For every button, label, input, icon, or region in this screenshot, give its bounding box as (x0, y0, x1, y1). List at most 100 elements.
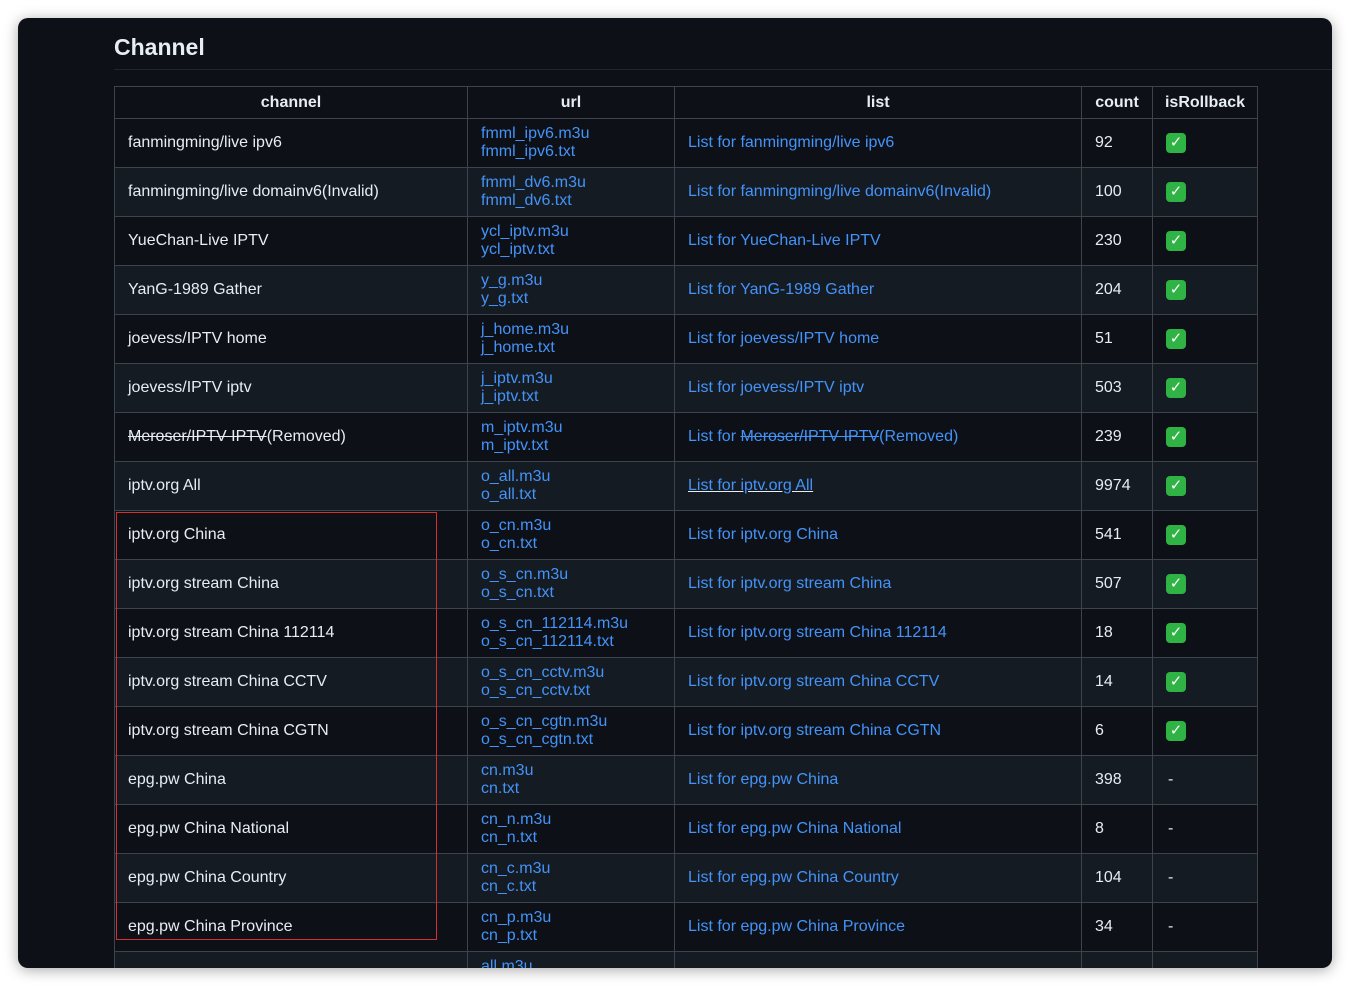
m3u-link[interactable]: j_iptv.m3u (481, 370, 661, 388)
txt-link[interactable]: j_home.txt (481, 339, 661, 357)
check-mark-icon: ✓ (1166, 280, 1186, 300)
channel-cell: epg.pw China National (114, 804, 468, 854)
url-cell: fmml_ipv6.m3u fmml_ipv6.txt (467, 118, 675, 168)
table-row: epg.pw China Country cn_c.m3u cn_c.txt Li… (114, 853, 1258, 903)
removed-suffix: (Removed) (266, 428, 346, 445)
check-mark-icon: ✓ (1166, 623, 1186, 643)
count-cell: 104 (1081, 853, 1153, 903)
rollback-cell: - (1152, 755, 1258, 805)
url-cell: m_iptv.m3u m_iptv.txt (467, 412, 675, 462)
list-link[interactable]: List for iptv.org stream China CCTV (688, 673, 939, 690)
list-cell: List for YanG-1989 Gather (674, 265, 1082, 315)
list-link[interactable]: List for iptv.org All (688, 477, 813, 494)
list-cell: List for epg.pw China Country (674, 853, 1082, 903)
txt-link[interactable]: y_g.txt (481, 290, 661, 308)
column-header-channel: channel (114, 86, 468, 119)
m3u-link[interactable]: cn_p.m3u (481, 909, 661, 927)
count-cell: 18 (1081, 608, 1153, 658)
check-mark-icon: ✓ (1166, 721, 1186, 741)
url-cell: fmml_dv6.m3u fmml_dv6.txt (467, 167, 675, 217)
list-link[interactable]: List for iptv.org stream China (688, 575, 891, 592)
list-link[interactable]: List for fanmingming/live domainv6(Inval… (688, 183, 991, 200)
m3u-link[interactable]: o_cn.m3u (481, 517, 661, 535)
list-link[interactable]: List for iptv.org stream China 112114 (688, 624, 947, 641)
list-cell: List for joevess/IPTV home (674, 314, 1082, 364)
m3u-link[interactable]: o_s_cn_cctv.m3u (481, 664, 661, 682)
table-row: all.m3u (114, 951, 1258, 968)
m3u-link[interactable]: o_all.m3u (481, 468, 661, 486)
list-link[interactable]: List for joevess/IPTV iptv (688, 379, 864, 396)
txt-link[interactable]: cn.txt (481, 780, 661, 798)
rollback-cell: ✓ (1152, 559, 1258, 609)
count-cell: 9974 (1081, 461, 1153, 511)
list-cell: List for fanmingming/live domainv6(Inval… (674, 167, 1082, 217)
txt-link[interactable]: cn_c.txt (481, 878, 661, 896)
m3u-link[interactable]: fmml_ipv6.m3u (481, 125, 661, 143)
url-cell: o_s_cn_cgtn.m3u o_s_cn_cgtn.txt (467, 706, 675, 756)
txt-link[interactable]: o_s_cn_cctv.txt (481, 682, 661, 700)
m3u-link[interactable]: j_home.m3u (481, 321, 661, 339)
list-link[interactable]: List for YanG-1989 Gather (688, 281, 874, 298)
m3u-link[interactable]: ycl_iptv.m3u (481, 223, 661, 241)
count-cell: 204 (1081, 265, 1153, 315)
url-cell: all.m3u (467, 951, 675, 968)
list-link[interactable]: List for epg.pw China (688, 771, 838, 788)
rollback-dash: - (1168, 820, 1174, 837)
table-header-row: channel url list count isRollback (114, 86, 1258, 119)
txt-link[interactable]: fmml_dv6.txt (481, 192, 661, 210)
table-row: Meroser/IPTV IPTV(Removed) m_iptv.m3u m_i… (114, 412, 1258, 462)
table-row: fanmingming/live ipv6 fmml_ipv6.m3u fmml_… (114, 118, 1258, 168)
txt-link[interactable]: cn_n.txt (481, 829, 661, 847)
m3u-link[interactable]: m_iptv.m3u (481, 419, 661, 437)
txt-link[interactable]: cn_p.txt (481, 927, 661, 945)
table-row: iptv.org China o_cn.m3u o_cn.txt List for… (114, 510, 1258, 560)
list-cell: List for epg.pw China Province (674, 902, 1082, 952)
m3u-link[interactable]: all.m3u (481, 958, 661, 968)
table-row: joevess/IPTV home j_home.m3u j_home.txt L… (114, 314, 1258, 364)
txt-link[interactable]: o_all.txt (481, 486, 661, 504)
txt-link[interactable]: ycl_iptv.txt (481, 241, 661, 259)
count-cell: 8 (1081, 804, 1153, 854)
m3u-link[interactable]: o_s_cn_112114.m3u (481, 615, 661, 633)
list-link[interactable]: List for epg.pw China Country (688, 869, 899, 886)
txt-link[interactable]: o_s_cn.txt (481, 584, 661, 602)
list-link[interactable]: List for iptv.org stream China CGTN (688, 722, 941, 739)
list-cell (674, 951, 1082, 968)
channel-cell: iptv.org stream China CCTV (114, 657, 468, 707)
rollback-dash: - (1168, 918, 1174, 935)
count-cell: 6 (1081, 706, 1153, 756)
channel-cell: iptv.org stream China CGTN (114, 706, 468, 756)
txt-link[interactable]: o_s_cn_112114.txt (481, 633, 661, 651)
txt-link[interactable]: m_iptv.txt (481, 437, 661, 455)
count-cell: 100 (1081, 167, 1153, 217)
txt-link[interactable]: fmml_ipv6.txt (481, 143, 661, 161)
list-cell: List for iptv.org stream China (674, 559, 1082, 609)
channel-cell: epg.pw China Province (114, 902, 468, 952)
list-cell: List for epg.pw China National (674, 804, 1082, 854)
m3u-link[interactable]: y_g.m3u (481, 272, 661, 290)
m3u-link[interactable]: cn.m3u (481, 762, 661, 780)
txt-link[interactable]: o_s_cn_cgtn.txt (481, 731, 661, 749)
channel-cell: fanmingming/live domainv6(Invalid) (114, 167, 468, 217)
list-link[interactable]: List for joevess/IPTV home (688, 330, 879, 347)
txt-link[interactable]: j_iptv.txt (481, 388, 661, 406)
m3u-link[interactable]: cn_c.m3u (481, 860, 661, 878)
rollback-cell: ✓ (1152, 412, 1258, 462)
list-cell: List for iptv.org stream China CGTN (674, 706, 1082, 756)
list-link[interactable]: List for iptv.org China (688, 526, 838, 543)
url-cell: y_g.m3u y_g.txt (467, 265, 675, 315)
count-cell: 398 (1081, 755, 1153, 805)
channel-cell: iptv.org stream China (114, 559, 468, 609)
channel-cell: Meroser/IPTV IPTV(Removed) (114, 412, 468, 462)
m3u-link[interactable]: fmml_dv6.m3u (481, 174, 661, 192)
list-link[interactable]: List for epg.pw China National (688, 820, 901, 837)
txt-link[interactable]: o_cn.txt (481, 535, 661, 553)
m3u-link[interactable]: o_s_cn_cgtn.m3u (481, 713, 661, 731)
check-mark-icon: ✓ (1166, 329, 1186, 349)
m3u-link[interactable]: o_s_cn.m3u (481, 566, 661, 584)
m3u-link[interactable]: cn_n.m3u (481, 811, 661, 829)
list-link[interactable]: List for YueChan-Live IPTV (688, 232, 881, 249)
list-link[interactable]: List for fanmingming/live ipv6 (688, 134, 894, 151)
list-link[interactable]: List for epg.pw China Province (688, 918, 905, 935)
list-link[interactable]: List for Meroser/IPTV IPTV(Removed) (688, 428, 958, 445)
